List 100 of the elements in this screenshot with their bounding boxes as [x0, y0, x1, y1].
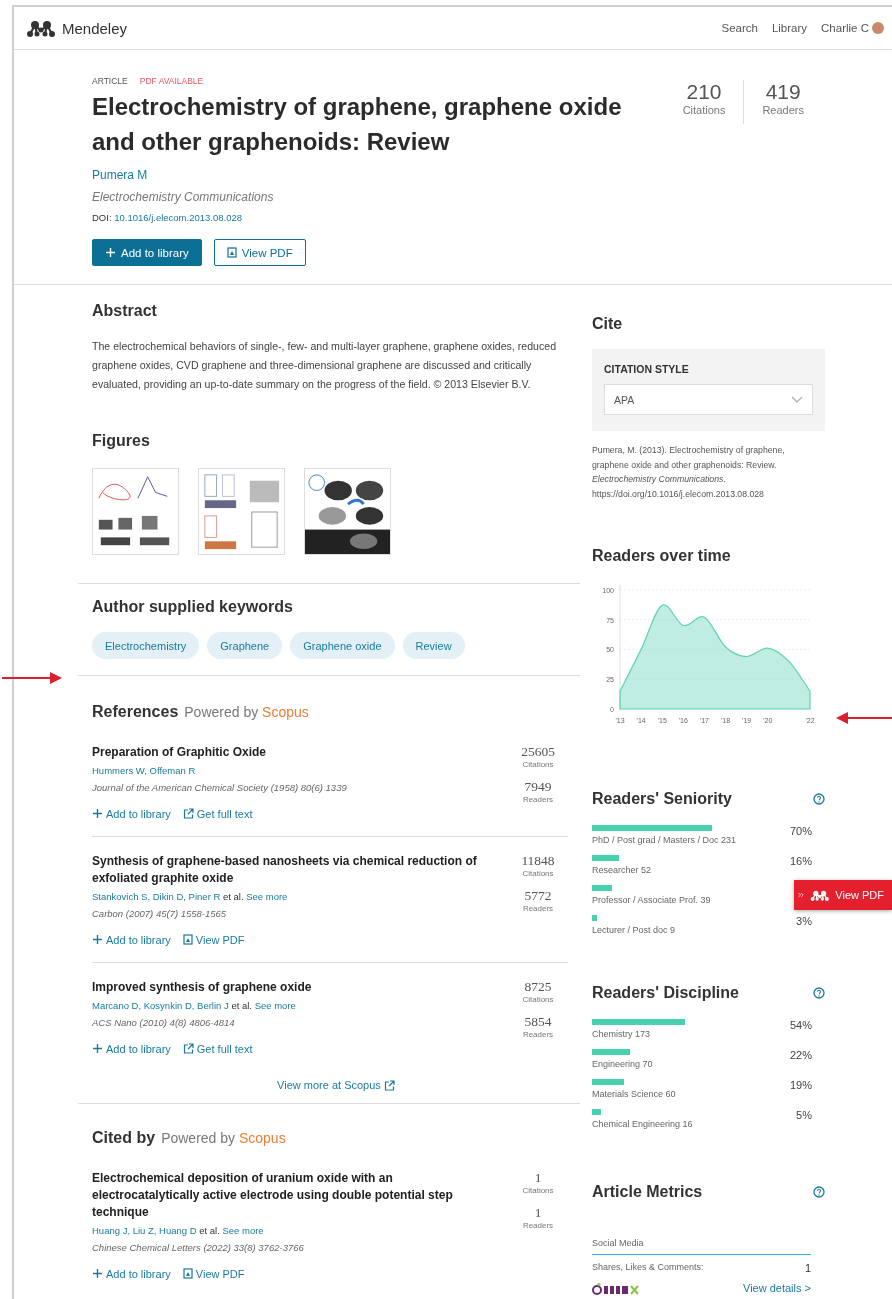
section-heading: Cited by — [92, 1129, 156, 1148]
reference-title: Synthesis of graphene-based nanosheets via chemical reduction of exfoliated graphite oxide — [92, 852, 478, 887]
see-more-link[interactable]: See more — [246, 890, 288, 902]
add-to-library-button[interactable]: Add to library — [92, 239, 202, 266]
section-heading: Readers' Discipline — [592, 984, 739, 1003]
see-more-link[interactable]: See more — [222, 1224, 264, 1236]
help-icon — [813, 987, 825, 1000]
plus-icon — [92, 808, 103, 820]
doi-link[interactable]: 10.1016/j.elecom.2013.08.028 — [114, 212, 242, 223]
powered-by-label: Powered by Scopus — [184, 704, 309, 721]
percent-value: 22% — [789, 1049, 812, 1064]
full-text-link[interactable]: Get full text — [182, 1042, 253, 1055]
user-menu[interactable]: Charlie C — [821, 22, 869, 34]
floating-view-pdf-button[interactable]: View PDF — [794, 880, 892, 910]
external-link-icon — [182, 808, 194, 820]
plus-icon — [92, 934, 103, 946]
keyword-chip[interactable]: Review — [402, 632, 465, 659]
count-value: 7949 — [524, 778, 552, 795]
et-al-label: et al. — [198, 1224, 220, 1236]
plus-icon — [105, 247, 116, 258]
keyword-chip[interactable]: Graphene — [207, 632, 283, 659]
count-value: 1 — [534, 1204, 542, 1221]
plumx-logo-icon — [592, 1281, 640, 1295]
section-heading: Author supplied keywords — [92, 598, 294, 616]
journal-citation: Journal of the American Chemical Society (1958) 80(6) 1339 — [92, 781, 348, 793]
bar-label: Professor / Associate Prof. 39 — [592, 894, 712, 905]
stat-value: 419 — [765, 80, 801, 104]
count-value: 5854 — [524, 1013, 552, 1030]
et-al-label: et al. — [230, 999, 252, 1011]
bar-label: Lecturer / Post doc 9 — [592, 924, 677, 935]
count-label: Readers — [522, 903, 554, 913]
bar — [592, 1049, 630, 1056]
bar-label: Researcher 52 — [592, 864, 653, 875]
bar-label: Engineering 70 — [592, 1059, 654, 1070]
nav-link[interactable]: Library — [771, 22, 808, 34]
double-chevron-icon — [798, 891, 804, 899]
add-to-library-link[interactable]: Add to library — [92, 1267, 171, 1280]
add-to-library-link[interactable]: Add to library — [92, 933, 171, 946]
journal-name: Electrochemistry Communications — [92, 190, 275, 204]
count-label: Citations — [522, 868, 554, 878]
bar — [592, 884, 613, 891]
author-link[interactable]: Pumera M — [92, 168, 148, 182]
bar — [592, 1109, 601, 1116]
help-icon — [813, 792, 825, 805]
view-pdf-button[interactable]: View PDF — [213, 239, 306, 266]
field-label: CITATION STYLE — [604, 363, 690, 376]
count-value: 8725 — [524, 978, 552, 995]
author-links[interactable]: Huang J, Liu Z, Huang D — [92, 1224, 197, 1236]
caret-icon — [791, 396, 803, 404]
add-to-library-link[interactable]: Add to library — [92, 1042, 171, 1055]
arrow-icon — [836, 711, 892, 725]
powered-by-label: Powered by Scopus — [161, 1130, 286, 1147]
section-heading: Figures — [92, 432, 151, 450]
author-links[interactable]: Stankovich S, Dikin D, Piner R — [92, 890, 221, 902]
help-icon — [813, 1185, 825, 1198]
availability-label: PDF AVAILABLE — [139, 76, 204, 86]
external-link-icon — [383, 1080, 395, 1092]
view-more-link[interactable]: View more at Scopus — [92, 1078, 580, 1092]
view-pdf-link[interactable]: View PDF — [182, 1267, 245, 1280]
metric-label: Shares, Likes & Comments: — [592, 1261, 704, 1274]
author-links[interactable]: Hummers W, Offeman R — [92, 764, 196, 776]
percent-value: 19% — [789, 1079, 812, 1094]
avatar[interactable] — [872, 22, 884, 34]
keyword-chip[interactable]: Electrochemistry — [92, 632, 200, 659]
brand-name: Mendeley — [62, 19, 128, 37]
view-details-link[interactable]: View details > — [743, 1282, 811, 1295]
document-icon — [182, 934, 193, 946]
bar — [592, 914, 597, 921]
section-heading: Readers over time — [592, 547, 732, 566]
plus-icon — [92, 1268, 103, 1280]
count-value: 11848 — [521, 852, 555, 869]
article-type: ARTICLE — [92, 76, 128, 86]
nav-link[interactable]: Search — [721, 22, 758, 34]
count-value: 1 — [534, 1169, 542, 1186]
external-link-icon — [182, 1043, 194, 1055]
percent-value: 54% — [789, 1019, 812, 1034]
count-label: Citations — [522, 1185, 554, 1195]
bar-label: Chemical Engineering 16 — [592, 1119, 694, 1130]
view-pdf-link[interactable]: View PDF — [182, 933, 245, 946]
bar — [592, 1079, 625, 1086]
reference-title: Electrochemical deposition of uranium oxide with an electrocatalytically active electrode using double potential step technique — [92, 1169, 454, 1221]
stat-value: 210 — [686, 80, 722, 104]
percent-value: 16% — [789, 854, 812, 869]
document-icon — [226, 247, 237, 258]
bar-label: Chemistry 173 — [592, 1029, 652, 1040]
keyword-chip[interactable]: Graphene oxide — [290, 632, 395, 659]
metric-category: Social Media — [592, 1237, 811, 1255]
section-heading: References — [92, 703, 179, 722]
author-links[interactable]: Marcano D, Kosynkin D, Berlin J — [92, 999, 229, 1011]
count-label: Readers — [522, 1220, 554, 1230]
section-heading: Readers' Seniority — [592, 789, 732, 808]
see-more-link[interactable]: See more — [254, 999, 296, 1011]
add-to-library-link[interactable]: Add to library — [92, 807, 171, 820]
stat-label: Readers — [762, 104, 804, 116]
journal-citation: ACS Nano (2010) 4(8) 4806-4814 — [92, 1016, 236, 1028]
citation-style-dropdown[interactable]: APA — [604, 384, 813, 416]
full-text-link[interactable]: Get full text — [182, 807, 253, 820]
abstract-text: The electrochemical behaviors of single-, few- and multi-layer graphene, graphene oxides, reduced graphene oxides, CVD graphene and three-dimensional graphene are discussed and critically evaluated, providing an up-to-date summary on the progress of the field. © 2013 Elsevier B.V. — [92, 339, 558, 392]
percent-value: 3% — [796, 914, 812, 929]
plus-icon — [92, 1043, 103, 1055]
